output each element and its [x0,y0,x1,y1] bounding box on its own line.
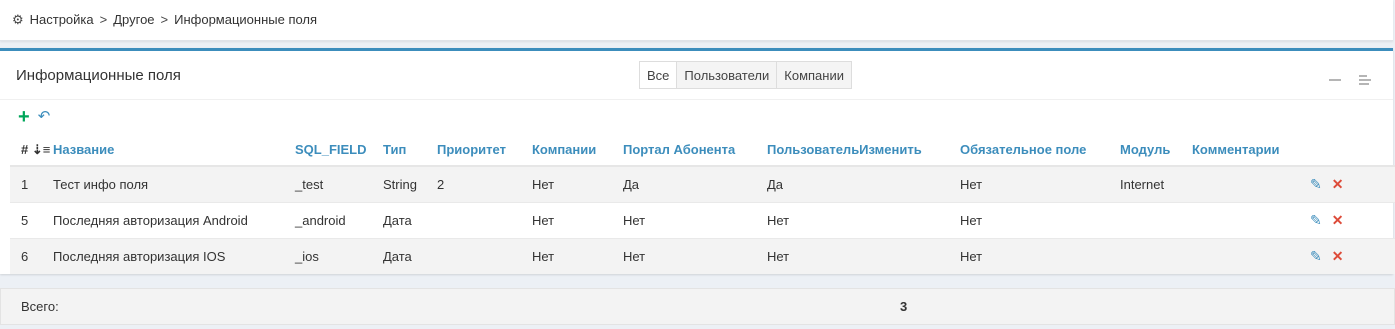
panel-tools [1329,75,1371,87]
filter-button-group: Все Пользователи Компании [639,61,852,89]
column-header-type[interactable]: Тип [383,134,437,167]
breadcrumb-item-current: Информационные поля [174,12,318,27]
breadcrumb-item-other[interactable]: Другое [113,12,154,27]
cell-user-edit: Нет [767,202,960,239]
panel-title: Информационные поля [16,67,181,84]
total-value: 3 [900,299,908,314]
cell-priority [437,202,532,239]
cell-priority: 2 [437,165,532,203]
undo-icon[interactable]: ↶ [38,107,51,127]
column-header-user-edit[interactable]: ПользовательИзменить [767,134,960,167]
cell-actions: ✎ ✕ [1310,202,1395,239]
column-header-comments[interactable]: Комментарии [1192,134,1310,167]
info-fields-table: # ⇣≡ Название SQL_FIELD Тип Приоритет Ко… [10,134,1395,274]
cell-number: 5 [10,202,53,239]
divider [0,99,1393,100]
sort-icon[interactable]: ⇣≡ [32,142,50,157]
column-header-required[interactable]: Обязательное поле [960,134,1120,167]
cell-companies: Нет [532,202,623,239]
cell-type: Дата [383,202,437,239]
cell-type: Дата [383,238,437,274]
column-header-name[interactable]: Название [53,134,295,167]
cell-required: Нет [960,202,1120,239]
cell-module [1120,238,1192,274]
cell-sql-field: _ios [295,238,383,274]
cell-type: String [383,165,437,203]
top-bar: ⚙ Настройка > Другое > Информационные поля [0,0,1393,41]
cell-priority [437,238,532,274]
edit-icon[interactable]: ✎ [1310,212,1322,228]
filter-users-button[interactable]: Пользователи [676,61,778,89]
cell-name: Последняя авторизация IOS [53,238,295,274]
edit-icon[interactable]: ✎ [1310,176,1322,192]
list-icon[interactable] [1359,75,1371,87]
cell-comments [1192,165,1310,203]
column-header-sql-field[interactable]: SQL_FIELD [295,134,383,167]
gear-icon: ⚙ [12,12,24,27]
cell-sql-field: _android [295,202,383,239]
table-actions: + ↶ [18,107,50,127]
column-header-companies[interactable]: Компании [532,134,623,167]
breadcrumb-separator: > [160,12,169,27]
filter-companies-button[interactable]: Компании [776,61,852,89]
cell-module: Internet [1120,165,1192,203]
info-fields-panel: Информационные поля Все Пользователи Ком… [0,48,1395,274]
column-header-priority[interactable]: Приоритет [437,134,532,167]
cell-name: Тест инфо поля [53,165,295,203]
cell-user-edit: Да [767,165,960,203]
column-header-portal[interactable]: Портал Абонента [623,134,767,167]
cell-number: 1 [10,165,53,203]
cell-actions: ✎ ✕ [1310,165,1395,203]
cell-portal: Нет [623,202,767,239]
table-header-row: # ⇣≡ Название SQL_FIELD Тип Приоритет Ко… [10,134,1395,167]
cell-companies: Нет [532,238,623,274]
breadcrumb-item-settings[interactable]: Настройка [30,12,94,27]
add-icon[interactable]: + [18,107,30,127]
total-label: Всего: [21,299,59,314]
table-row: 5 Последняя авторизация Android _android… [10,202,1395,239]
cell-actions: ✎ ✕ [1310,238,1395,274]
minimize-icon[interactable] [1329,79,1341,81]
delete-icon[interactable]: ✕ [1332,176,1344,192]
cell-name: Последняя авторизация Android [53,202,295,239]
delete-icon[interactable]: ✕ [1332,212,1344,228]
cell-portal: Да [623,165,767,203]
cell-required: Нет [960,238,1120,274]
column-header-module[interactable]: Модуль [1120,134,1192,167]
cell-companies: Нет [532,165,623,203]
cell-user-edit: Нет [767,238,960,274]
table-row: 6 Последняя авторизация IOS _ios Дата Не… [10,238,1395,274]
filter-all-button[interactable]: Все [639,61,678,89]
cell-number: 6 [10,238,53,274]
column-header-actions [1310,134,1395,167]
cell-comments [1192,202,1310,239]
breadcrumb-separator: > [99,12,108,27]
column-header-number[interactable]: # ⇣≡ [10,134,53,167]
delete-icon[interactable]: ✕ [1332,248,1344,264]
table-row: 1 Тест инфо поля _test String 2 Нет Да Д… [10,165,1395,203]
cell-sql-field: _test [295,165,383,203]
cell-comments [1192,238,1310,274]
table-footer: Всего: 3 [0,288,1395,325]
cell-module [1120,202,1192,239]
cell-portal: Нет [623,238,767,274]
breadcrumb: ⚙ Настройка > Другое > Информационные поля [12,12,317,28]
cell-required: Нет [960,165,1120,203]
edit-icon[interactable]: ✎ [1310,248,1322,264]
